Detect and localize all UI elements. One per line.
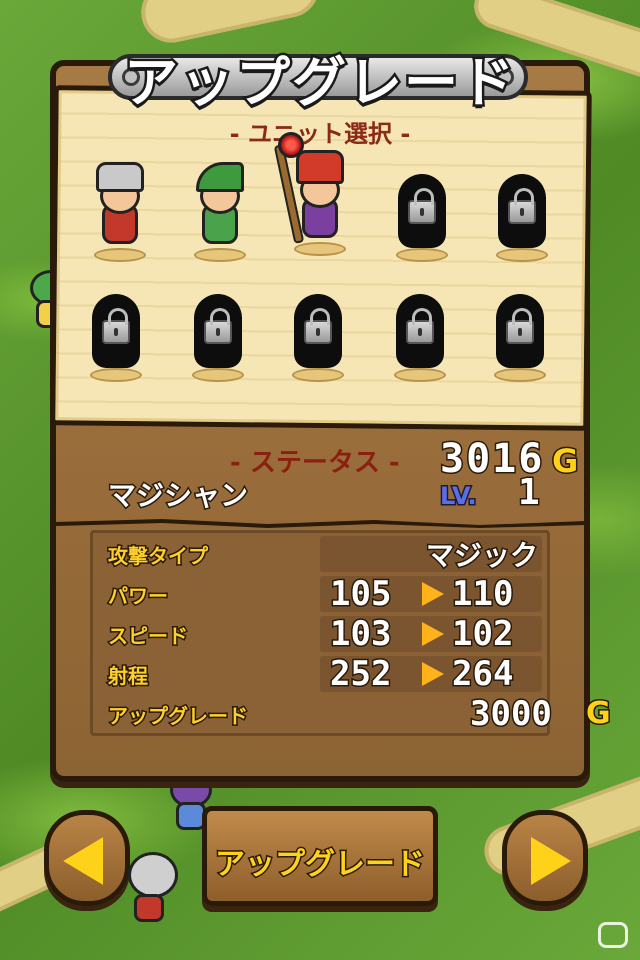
- upgrade-cost-value: 3000: [469, 693, 554, 736]
- stat-row-attack-type: 攻撃タイプ マジック: [90, 534, 550, 574]
- stat-label: アップグレード: [107, 703, 250, 730]
- unit-slot-mage[interactable]: [273, 132, 360, 256]
- unit-slot-locked[interactable]: [178, 272, 258, 382]
- stat-label: パワー: [107, 583, 170, 610]
- unit-slot-locked[interactable]: [76, 272, 156, 382]
- watermark-logo-icon: [598, 922, 628, 948]
- stat-label: 攻撃タイプ: [107, 543, 210, 570]
- arrow-right-icon: [422, 582, 444, 606]
- lock-icon: [102, 308, 130, 344]
- lock-icon: [304, 308, 332, 344]
- unit-slot-locked[interactable]: [482, 152, 562, 262]
- stat-label: スピード: [107, 623, 190, 650]
- unit-slot-locked[interactable]: [278, 272, 358, 382]
- map-unit-knight: [122, 852, 182, 932]
- left-arrow-icon: [63, 837, 103, 885]
- stat-label: 射程: [107, 663, 150, 690]
- stat-row-range: 射程 252 264: [90, 653, 550, 696]
- stat-current: 252: [328, 653, 392, 696]
- upgrade-button[interactable]: アップグレード: [202, 806, 438, 906]
- lock-icon: [408, 188, 436, 224]
- lock-icon: [204, 308, 232, 344]
- upgrade-cost-unit: G: [585, 695, 613, 733]
- upgrade-button-label: アップグレード: [214, 846, 427, 884]
- unit-slot-locked[interactable]: [382, 152, 462, 262]
- unit-slot-locked[interactable]: [480, 272, 560, 382]
- stat-next: 110: [450, 573, 514, 616]
- status-heading: - ステータス -: [230, 448, 400, 478]
- unit-name: マジシャン: [106, 478, 249, 514]
- right-arrow-icon: [531, 837, 571, 885]
- stat-value: マジック: [424, 538, 539, 574]
- page-title: アップグレード: [122, 49, 517, 117]
- stat-next: 102: [450, 613, 514, 656]
- level-label: LV.: [439, 481, 479, 512]
- lock-icon: [406, 308, 434, 344]
- stat-current: 105: [328, 573, 392, 616]
- unit-select-heading: - ユニット選択 -: [229, 120, 411, 148]
- level-value: 1: [517, 471, 542, 515]
- arrow-right-icon: [422, 622, 444, 646]
- lock-icon: [508, 188, 536, 224]
- gold-unit: G: [550, 441, 579, 482]
- unit-slot-locked[interactable]: [380, 272, 460, 382]
- lock-icon: [506, 308, 534, 344]
- next-unit-button[interactable]: [502, 810, 588, 906]
- stat-row-power: パワー 105 110: [90, 573, 550, 616]
- stat-current: 103: [328, 613, 392, 656]
- stat-next: 264: [450, 653, 514, 696]
- arrow-right-icon: [422, 662, 444, 686]
- unit-slot-knight[interactable]: [80, 152, 160, 262]
- stat-row-speed: スピード 103 102: [90, 613, 550, 656]
- unit-slot-archer[interactable]: [180, 152, 260, 262]
- previous-unit-button[interactable]: [44, 810, 130, 906]
- stat-row-upgrade-cost: アップグレード 3000 G: [90, 693, 613, 736]
